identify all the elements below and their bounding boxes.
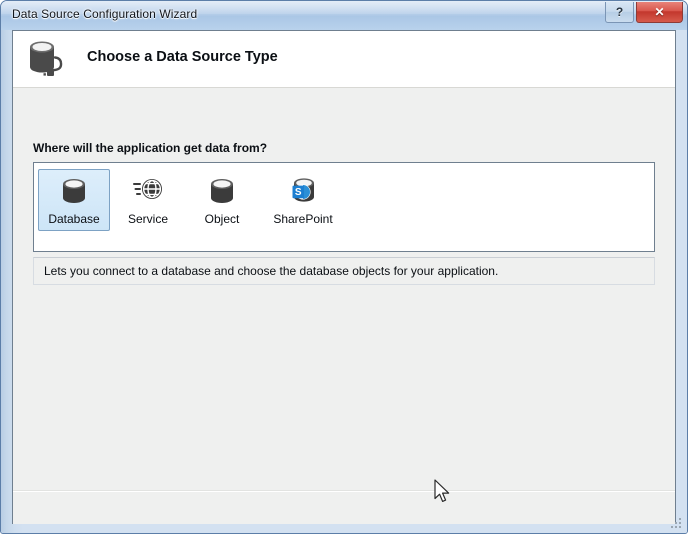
source-item-sharepoint[interactable]: S SharePoint	[260, 169, 346, 231]
description-text: Lets you connect to a database and choos…	[44, 264, 498, 278]
question-mark-icon: ?	[616, 5, 623, 19]
database-cylinder-icon	[57, 176, 91, 208]
window-inner-frame: Data Source Configuration Wizard ? ✕	[1, 1, 687, 533]
object-cylinder-icon	[205, 176, 239, 208]
title-bar[interactable]: Data Source Configuration Wizard ? ✕	[1, 1, 687, 30]
dialog-window: Data Source Configuration Wizard ? ✕	[0, 0, 688, 534]
web-service-globe-icon	[131, 176, 165, 208]
source-item-service[interactable]: Service	[112, 169, 184, 231]
source-item-object[interactable]: Object	[186, 169, 258, 231]
source-item-database[interactable]: Database	[38, 169, 110, 231]
source-item-label: SharePoint	[273, 212, 332, 226]
dialog-client-area: Choose a Data Source Type Where will the…	[12, 30, 676, 524]
source-item-label: Database	[48, 212, 99, 226]
prompt-label: Where will the application get data from…	[33, 141, 267, 155]
source-item-label: Service	[128, 212, 168, 226]
data-source-type-list[interactable]: Database	[33, 162, 655, 252]
sharepoint-icon: S	[286, 176, 320, 208]
wizard-body: Where will the application get data from…	[13, 89, 675, 524]
window-title: Data Source Configuration Wizard	[12, 7, 197, 21]
database-connection-icon	[24, 39, 76, 81]
close-button[interactable]: ✕	[636, 2, 683, 23]
description-panel: Lets you connect to a database and choos…	[33, 257, 655, 285]
page-title: Choose a Data Source Type	[87, 49, 278, 65]
window-controls: ? ✕	[605, 2, 683, 24]
close-x-icon: ✕	[654, 5, 664, 19]
source-item-label: Object	[205, 212, 240, 226]
help-button[interactable]: ?	[605, 2, 634, 23]
wizard-header: Choose a Data Source Type	[13, 31, 675, 88]
svg-text:S: S	[295, 187, 302, 198]
footer-separator	[13, 490, 675, 492]
